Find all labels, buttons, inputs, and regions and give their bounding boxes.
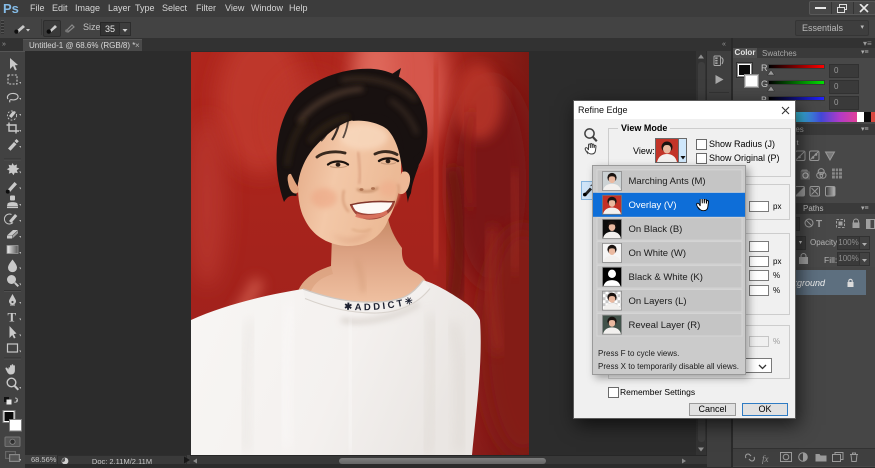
svg-text:On White (W): On White (W) <box>628 248 686 259</box>
svg-text:Marching Ants (M): Marching Ants (M) <box>628 176 705 187</box>
svg-text:T: T <box>816 219 822 230</box>
svg-text:Press F to cycle views.: Press F to cycle views. <box>598 349 679 358</box>
svg-text:On Layers (L): On Layers (L) <box>628 296 686 307</box>
svg-text:fx: fx <box>762 454 769 464</box>
svg-text:Black & White (K): Black & White (K) <box>628 272 702 283</box>
svg-text:Reveal Layer (R): Reveal Layer (R) <box>628 320 700 331</box>
svg-text:On Black (B): On Black (B) <box>628 224 682 235</box>
svg-text:Overlay (V): Overlay (V) <box>628 200 676 211</box>
svg-text:T: T <box>8 310 17 325</box>
svg-text:Press X to temporarily disable: Press X to temporarily disable all views… <box>598 362 739 371</box>
